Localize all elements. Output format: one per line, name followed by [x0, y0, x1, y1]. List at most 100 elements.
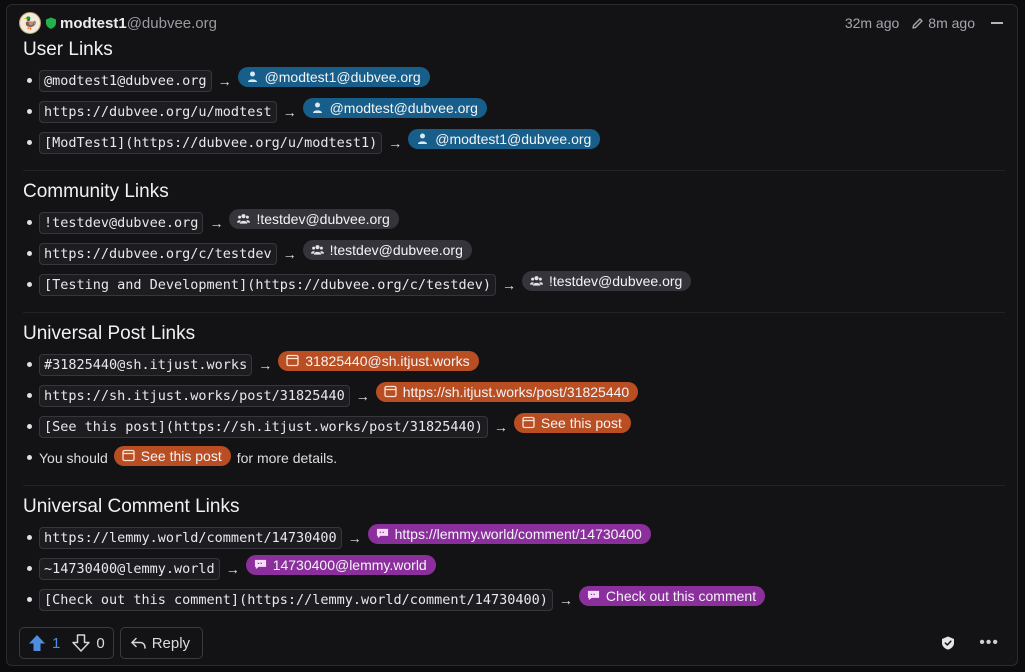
arrow: → [502, 276, 517, 293]
pill-label: Check out this comment [605, 587, 757, 604]
group-icon [237, 212, 251, 225]
arrow: → [347, 529, 362, 546]
pill-label: @modtest1@dubvee.org [264, 68, 421, 85]
reply-arrow-icon [130, 637, 146, 649]
user-links-list: @modtest1@dubvee.org → @modtest1@dubvee.… [23, 65, 1005, 158]
downvote-count: 0 [96, 634, 105, 652]
section-heading-post-links: Universal Post Links [23, 323, 196, 344]
pill-label: https://lemmy.world/comment/14730400 [394, 525, 642, 542]
more-options-icon[interactable]: ••• [979, 634, 999, 652]
upvote-button[interactable]: 1 [28, 634, 60, 652]
reply-label: Reply [151, 634, 191, 652]
moderation-shield-icon[interactable] [941, 636, 955, 650]
moderator-shield-icon [45, 17, 57, 29]
pill-label: !testdev@dubvee.org [329, 241, 463, 258]
upvote-count: 1 [52, 634, 61, 652]
username[interactable]: modtest1 [60, 15, 127, 32]
pill-label: @modtest1@dubvee.org [435, 130, 592, 147]
arrow: → [217, 72, 232, 89]
sentence-before: You should [39, 449, 108, 466]
person-icon [416, 132, 429, 145]
comment-body: User Links @modtest1@dubvee.org → @modte… [23, 35, 1005, 615]
code-snippet: https://sh.itjust.works/post/31825440 [39, 384, 350, 407]
list-item: [Check out this comment](https://lemmy.w… [23, 584, 1005, 615]
comment-footer: 1 0 Reply ••• [19, 627, 1005, 659]
post-window-icon [122, 449, 135, 462]
code-snippet: [ModTest1](https://dubvee.org/u/modtest1… [39, 131, 383, 154]
post-link-pill[interactable]: 31825440@sh.itjust.works [278, 350, 479, 371]
comment-card: 🦆 modtest1 @dubvee.org 32m ago 8m ago Us… [6, 4, 1018, 666]
chat-bubble-icon [587, 589, 600, 602]
community-link-pill[interactable]: !testdev@dubvee.org [229, 208, 399, 229]
list-item: [Testing and Development](https://dubvee… [23, 269, 1005, 300]
timestamps: 32m ago 8m ago [845, 15, 1005, 31]
community-links-list: !testdev@dubvee.org → !testdev@dubvee.or… [23, 207, 1005, 300]
user-link-pill[interactable]: @modtest1@dubvee.org [408, 128, 601, 149]
user-avatar[interactable]: 🦆 [19, 12, 41, 34]
downvote-button[interactable]: 0 [72, 634, 105, 652]
sentence-after: for more details. [236, 449, 338, 466]
list-item: @modtest1@dubvee.org → @modtest1@dubvee.… [23, 65, 1005, 96]
arrow-up-icon [29, 635, 45, 651]
list-item: #31825440@sh.itjust.works → 31825440@sh.… [23, 349, 1005, 380]
vote-controls: 1 0 [19, 627, 114, 659]
pill-label: 31825440@sh.itjust.works [305, 352, 470, 369]
footer-actions: ••• [941, 634, 1005, 652]
group-icon [310, 243, 324, 256]
user-domain[interactable]: @dubvee.org [127, 15, 217, 32]
comment-link-pill[interactable]: Check out this comment [578, 585, 766, 606]
comment-link-pill[interactable]: https://lemmy.world/comment/14730400 [367, 523, 651, 544]
user-link-pill[interactable]: @modtest@dubvee.org [302, 97, 487, 118]
post-links-list: #31825440@sh.itjust.works → 31825440@sh.… [23, 349, 1005, 473]
post-window-icon [522, 416, 535, 429]
arrow: → [209, 214, 224, 231]
arrow-down-icon [72, 634, 91, 652]
list-item: [See this post](https://sh.itjust.works/… [23, 411, 1005, 442]
arrow: → [388, 134, 403, 151]
person-icon [311, 101, 324, 114]
code-snippet: [Check out this comment](https://lemmy.w… [39, 588, 553, 611]
list-item: https://lemmy.world/comment/14730400 → h… [23, 522, 1005, 553]
list-item: !testdev@dubvee.org → !testdev@dubvee.or… [23, 207, 1005, 238]
post-link-pill[interactable]: See this post [113, 445, 231, 466]
code-snippet: @modtest1@dubvee.org [39, 69, 212, 92]
pencil-icon [911, 17, 924, 30]
arrow: → [355, 387, 370, 404]
arrow: → [282, 245, 297, 262]
collapse-button[interactable] [991, 22, 1003, 24]
arrow: → [225, 560, 240, 577]
pill-label: @modtest@dubvee.org [329, 99, 478, 116]
pill-label: https://sh.itjust.works/post/31825440 [402, 383, 630, 400]
pill-label: 14730400@lemmy.world [272, 556, 427, 573]
arrow: → [558, 591, 573, 608]
pill-label: See this post [540, 414, 622, 431]
user-link-pill[interactable]: @modtest1@dubvee.org [237, 66, 430, 87]
code-snippet: https://dubvee.org/u/modtest [39, 100, 277, 123]
section-heading-user-links: User Links [23, 39, 113, 60]
group-icon [530, 274, 544, 287]
list-item: [ModTest1](https://dubvee.org/u/modtest1… [23, 127, 1005, 158]
code-snippet: https://dubvee.org/c/testdev [39, 242, 277, 265]
divider [23, 170, 1005, 171]
post-window-icon [384, 385, 397, 398]
reply-button[interactable]: Reply [119, 627, 204, 659]
community-link-pill[interactable]: !testdev@dubvee.org [302, 239, 472, 260]
chat-bubble-icon [376, 527, 389, 540]
divider [23, 312, 1005, 313]
arrow: → [493, 418, 508, 435]
arrow: → [282, 103, 297, 120]
code-snippet: https://lemmy.world/comment/14730400 [39, 526, 342, 549]
comment-link-pill[interactable]: 14730400@lemmy.world [245, 554, 436, 575]
post-link-pill[interactable]: https://sh.itjust.works/post/31825440 [375, 381, 639, 402]
arrow: → [258, 356, 273, 373]
created-time: 32m ago [844, 15, 900, 31]
divider [23, 485, 1005, 486]
list-item: https://dubvee.org/c/testdev → !testdev@… [23, 238, 1005, 269]
comment-links-list: https://lemmy.world/comment/14730400 → h… [23, 522, 1005, 615]
pill-label: !testdev@dubvee.org [549, 272, 683, 289]
community-link-pill[interactable]: !testdev@dubvee.org [522, 270, 692, 291]
post-link-pill[interactable]: See this post [513, 412, 631, 433]
code-snippet: [Testing and Development](https://dubvee… [39, 273, 497, 296]
code-snippet: #31825440@sh.itjust.works [39, 353, 253, 376]
list-item: https://dubvee.org/u/modtest → @modtest@… [23, 96, 1005, 127]
